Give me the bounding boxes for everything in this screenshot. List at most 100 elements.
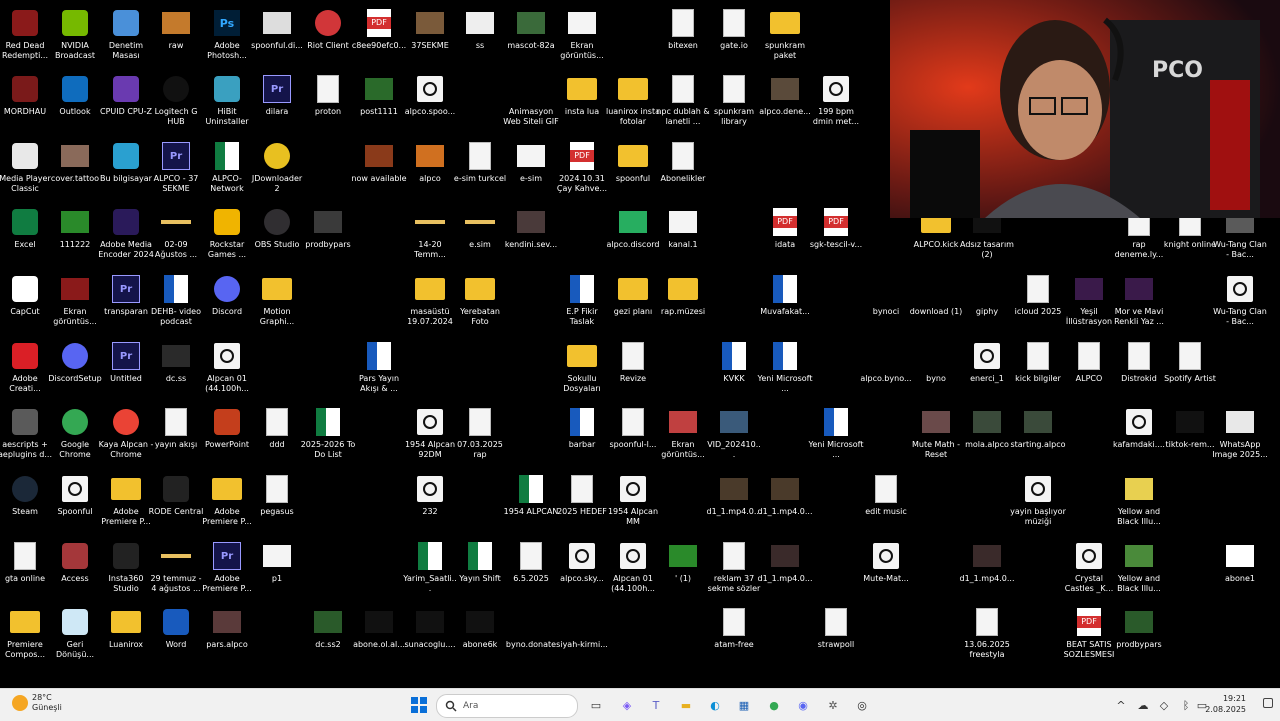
desktop-icon[interactable]: 2024.10.31 Çay Kahve... bbox=[556, 137, 608, 201]
desktop-icon[interactable]: aescripts + aeplugins d... bbox=[0, 403, 52, 467]
desktop-icon[interactable]: Luanirox bbox=[100, 603, 152, 667]
desktop-icon[interactable]: siyah-kirmi... bbox=[556, 603, 608, 667]
desktop-icon[interactable]: DEHB- video podcast bbox=[150, 270, 202, 334]
desktop-icon[interactable]: Kaya Alpcan - Chrome bbox=[99, 403, 153, 467]
desktop-icon[interactable]: cover.tattoo bbox=[49, 137, 101, 201]
desktop-icon[interactable]: spoonful-l... bbox=[607, 403, 659, 467]
desktop-icon[interactable]: Pr transparan bbox=[100, 270, 152, 334]
desktop-icon[interactable]: sgk-tescil-v... bbox=[810, 203, 862, 267]
desktop-icon[interactable]: Ekran görüntüs... bbox=[657, 403, 709, 467]
desktop-icon[interactable]: Logitech G HUB bbox=[150, 70, 202, 134]
desktop-icon[interactable]: enerci_1 bbox=[961, 337, 1013, 401]
desktop-icon[interactable]: Premiere Compos... bbox=[0, 603, 51, 667]
desktop-icon[interactable]: Adobe Media Encoder 2024 bbox=[98, 203, 154, 267]
desktop-icon[interactable]: ss bbox=[454, 4, 506, 68]
desktop-icon[interactable]: 1954 Alpcan MM bbox=[607, 470, 659, 534]
desktop-icon[interactable]: download (1) bbox=[910, 270, 962, 334]
desktop-icon[interactable]: idata bbox=[759, 203, 811, 267]
desktop-icon[interactable]: alpco bbox=[404, 137, 456, 201]
desktop-icon[interactable]: Pr ALPCO - 37 SEKME bbox=[150, 137, 202, 201]
desktop-icon[interactable]: 37SEKME bbox=[404, 4, 456, 68]
desktop-icon[interactable]: 2025 HEDEF bbox=[556, 470, 608, 534]
chevron-up-icon[interactable]: ^ bbox=[1111, 695, 1131, 715]
desktop-icon[interactable]: abone.ol.al... bbox=[353, 603, 405, 667]
desktop-icon[interactable]: Geri Dönüşü... bbox=[49, 603, 101, 667]
desktop-icon[interactable]: Google Chrome bbox=[49, 403, 101, 467]
desktop-icon[interactable]: 02-09 Ağustos ... bbox=[150, 203, 202, 267]
desktop-icon[interactable]: Spotify Artist bbox=[1164, 337, 1216, 401]
desktop-icon[interactable]: d1_1.mp4.0... bbox=[757, 537, 813, 601]
desktop-icon[interactable]: gezi planı bbox=[607, 270, 659, 334]
desktop-icon[interactable]: Wu-Tang Clan - Bac... bbox=[1213, 270, 1267, 334]
desktop-icon[interactable]: BEAT SATIS SOZLESMESI bbox=[1063, 603, 1115, 667]
desktop-icon[interactable]: c8ee90efc0... bbox=[352, 4, 406, 68]
desktop-icon[interactable]: starting.alpco bbox=[1010, 403, 1066, 467]
desktop-icon[interactable]: JDownloader 2 bbox=[251, 137, 303, 201]
desktop-icon[interactable]: Riot Client bbox=[302, 4, 354, 68]
desktop-icon[interactable]: giphy bbox=[961, 270, 1013, 334]
desktop-icon[interactable]: Yellow and Black Illu... bbox=[1113, 537, 1165, 601]
desktop-icon[interactable]: edit music bbox=[860, 470, 912, 534]
desktop-icon[interactable]: now available bbox=[351, 137, 407, 201]
desktop-icon[interactable]: Sokullu Dosyaları bbox=[556, 337, 608, 401]
copilot-icon[interactable]: ◈ bbox=[617, 695, 637, 715]
desktop-icon[interactable]: RODE Central bbox=[149, 470, 203, 534]
desktop-icon[interactable]: Ps Adobe Photosh... bbox=[201, 4, 253, 68]
desktop-icon[interactable]: Steam bbox=[0, 470, 51, 534]
notification-icon[interactable] bbox=[1262, 697, 1274, 709]
desktop-icon[interactable]: pegasus bbox=[251, 470, 303, 534]
desktop-icon[interactable]: reklam 37 sekme sözler bbox=[708, 537, 760, 601]
desktop-icon[interactable]: Bu bilgisayar bbox=[100, 137, 152, 201]
desktop-icon[interactable]: tiktok-rem... bbox=[1164, 403, 1216, 467]
desktop-icon[interactable]: CapCut bbox=[0, 270, 51, 334]
desktop-icon[interactable]: gate.io bbox=[708, 4, 760, 68]
desktop-icon[interactable]: Yerebatan Foto bbox=[454, 270, 506, 334]
desktop-icon[interactable]: alpco.discord bbox=[607, 203, 659, 267]
vpn-icon[interactable]: ◇ bbox=[1154, 695, 1174, 715]
desktop-icon[interactable]: abone6k bbox=[454, 603, 506, 667]
desktop-icon[interactable]: 1954 ALPCAN bbox=[504, 470, 558, 534]
desktop-icon[interactable]: yayın akışı bbox=[150, 403, 202, 467]
desktop-icon[interactable]: Yeni Microsoft ... bbox=[758, 337, 813, 401]
desktop-icon[interactable]: Yayın Shift bbox=[454, 537, 506, 601]
cloud-sync-icon[interactable]: ☁ bbox=[1133, 695, 1153, 715]
desktop-icon[interactable]: npc dublah & lanetli ... bbox=[656, 70, 710, 134]
chrome-icon[interactable]: ● bbox=[764, 695, 784, 715]
taskbar-search-box[interactable]: Ara bbox=[436, 694, 578, 718]
desktop-icon[interactable]: kick bilgiler bbox=[1012, 337, 1064, 401]
desktop-icon[interactable]: HiBit Uninstaller bbox=[201, 70, 253, 134]
desktop-icon[interactable]: ALPCO bbox=[1063, 337, 1115, 401]
desktop-icon[interactable]: spoonful bbox=[607, 137, 659, 201]
desktop-icon[interactable]: Motion Graphi... bbox=[251, 270, 303, 334]
desktop-icon[interactable]: kendini.sev... bbox=[505, 203, 557, 267]
desktop-icon[interactable]: alpco.sky... bbox=[556, 537, 608, 601]
desktop-icon[interactable]: d1_1.mp4.0... bbox=[959, 537, 1015, 601]
desktop-icon[interactable]: Red Dead Redempti... bbox=[0, 4, 51, 68]
desktop-icon[interactable]: ddd bbox=[251, 403, 303, 467]
desktop-icon[interactable]: 14-20 Temm... bbox=[404, 203, 456, 267]
desktop-icon[interactable]: mola.alpco bbox=[961, 403, 1013, 467]
desktop-icon[interactable]: e-sim turkcel bbox=[454, 137, 506, 201]
desktop-icon[interactable]: Adobe Premiere P... bbox=[100, 470, 152, 534]
desktop-icon[interactable]: NVIDIA Broadcast bbox=[49, 4, 101, 68]
desktop-icon[interactable]: alpco.spoo... bbox=[404, 70, 456, 134]
settings-icon[interactable]: ✲ bbox=[823, 695, 843, 715]
desktop-icon[interactable]: pars.alpco bbox=[201, 603, 253, 667]
desktop-icon[interactable]: E.P Fikir Taslak bbox=[556, 270, 608, 334]
desktop-icon[interactable]: gta online bbox=[0, 537, 51, 601]
taskbar-clock[interactable]: 19:21 2.08.2025 bbox=[1205, 693, 1246, 715]
desktop-icon[interactable]: Ekran görüntüs... bbox=[49, 270, 101, 334]
desktop-icon[interactable]: 1954 Alpcan 92DM bbox=[404, 403, 456, 467]
desktop-icon[interactable]: proton bbox=[302, 70, 354, 134]
desktop-icon[interactable]: Access bbox=[49, 537, 101, 601]
desktop-icon[interactable]: WhatsApp Image 2025... bbox=[1212, 403, 1268, 467]
desktop-icon[interactable]: luanirox insta fotolar bbox=[606, 70, 660, 134]
desktop-icon[interactable]: alpco.byno... bbox=[860, 337, 912, 401]
desktop-icon[interactable]: spunkram paket bbox=[759, 4, 811, 68]
desktop-icon[interactable]: Abonelikler bbox=[657, 137, 709, 201]
desktop-icon[interactable]: 199 bpm dmin met... bbox=[810, 70, 862, 134]
file-explorer-icon[interactable]: ▬ bbox=[676, 695, 696, 715]
desktop-icon[interactable]: Crystal Castles _K... bbox=[1063, 537, 1115, 601]
desktop-icon[interactable]: MORDHAU bbox=[0, 70, 51, 134]
desktop-icon[interactable]: p1 bbox=[251, 537, 303, 601]
